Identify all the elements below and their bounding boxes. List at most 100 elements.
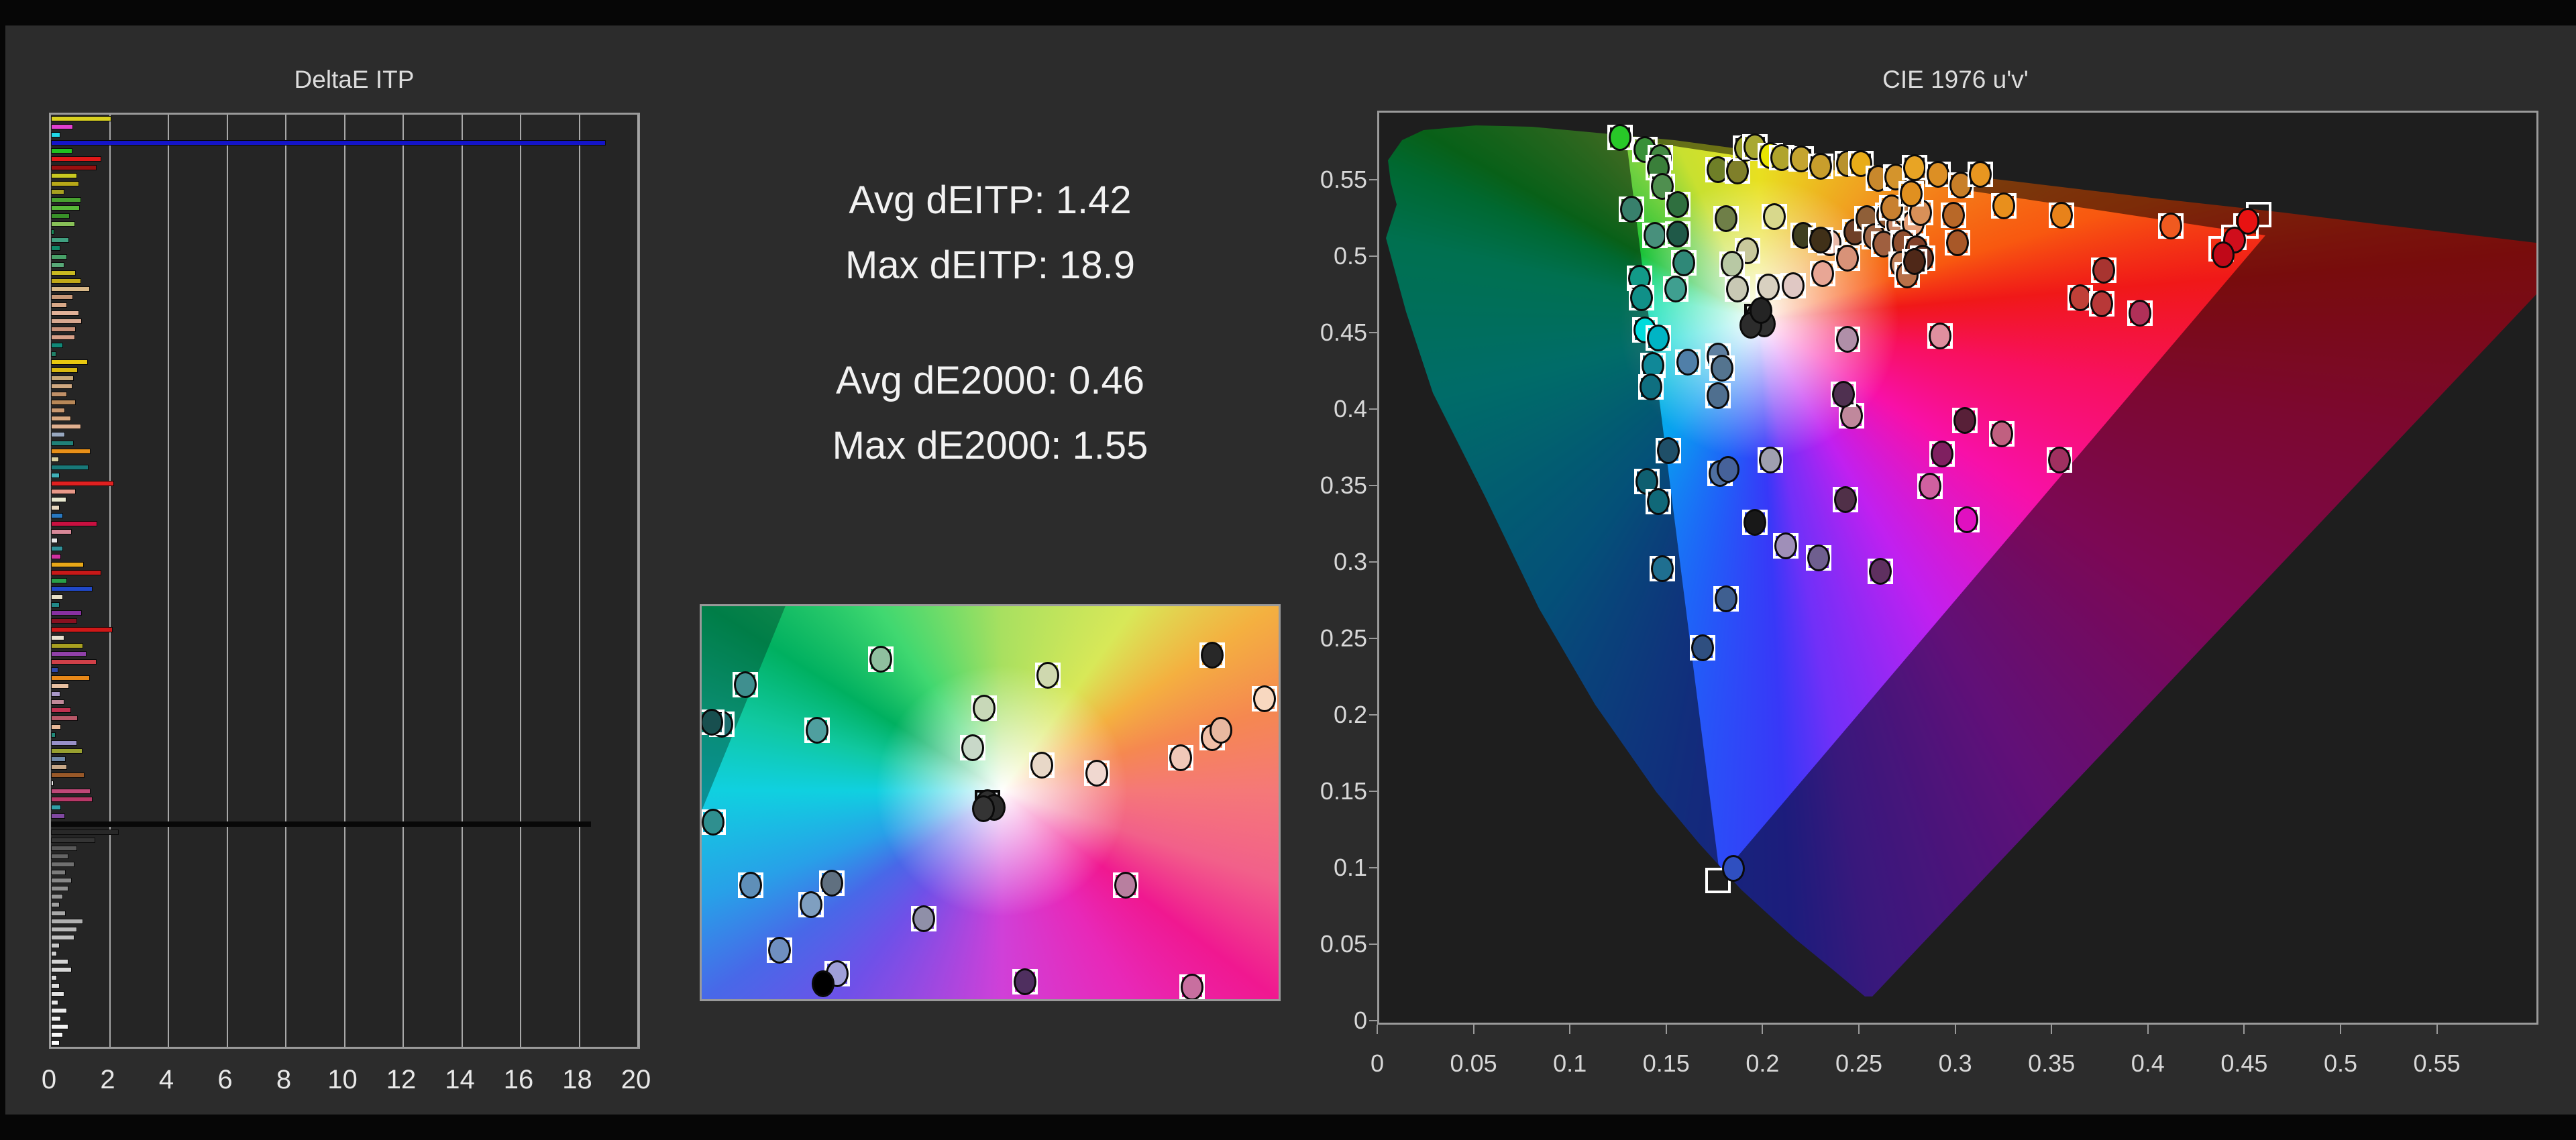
bar: [51, 732, 56, 738]
bar: [51, 797, 93, 803]
cie-measured-point: [1835, 325, 1859, 353]
gamut-measured-point: [1252, 685, 1276, 712]
bar: [51, 910, 66, 916]
bar: [51, 188, 64, 194]
cie-measured-point: [1722, 854, 1746, 882]
bar: [51, 659, 97, 665]
bar: [51, 683, 70, 689]
cie-x-tick-label: 0.45: [2220, 1049, 2268, 1077]
gamut-measured-point: [1036, 661, 1059, 689]
gamut-measured-point: [739, 872, 763, 899]
gamut-measured-point: [1169, 744, 1192, 771]
bar: [51, 545, 64, 551]
bar: [51, 124, 73, 130]
cie-measured-point: [1969, 160, 1992, 188]
cie-x-tick: [2051, 1025, 2053, 1034]
bar: [51, 634, 64, 640]
bar: [51, 148, 72, 154]
bar: [51, 942, 60, 948]
gridline: [520, 115, 521, 1047]
bar: [51, 894, 63, 900]
bar: [51, 870, 66, 876]
cie-measured-point: [1647, 324, 1670, 351]
cie-y-tick-label: 0.35: [1320, 471, 1367, 499]
bar: [51, 569, 102, 575]
bar: [51, 650, 87, 657]
bar: [51, 959, 69, 965]
bar: [51, 448, 91, 454]
bar: [51, 975, 57, 981]
cie-measured-point: [1762, 203, 1786, 231]
bar: [51, 132, 60, 138]
bar: [51, 367, 78, 373]
cie-measured-point: [1930, 440, 1953, 467]
x-tick-label: 8: [276, 1065, 292, 1094]
bar: [51, 821, 591, 827]
bar: [51, 253, 68, 260]
cie-x-tick: [1665, 1025, 1667, 1034]
cie-measured-point: [1676, 349, 1699, 376]
cie-measured-point: [1651, 555, 1674, 582]
cie-y-tick-label: 0: [1353, 1007, 1367, 1034]
gamut-measured-point: [1013, 968, 1036, 995]
bar: [51, 521, 98, 527]
cie-title: CIE 1976 u'v': [1882, 66, 2029, 93]
bar: [51, 553, 62, 559]
cie-measured-point: [1945, 229, 1969, 257]
cie-y-tick-label: 0.25: [1320, 624, 1367, 652]
x-tick-label: 6: [217, 1065, 233, 1094]
bottom-letterbox-bar: [0, 1115, 2576, 1140]
cie-measured-point: [1726, 275, 1750, 302]
max-de2000-value: Max dE2000: 1.55: [832, 424, 1148, 467]
cie-y-tick-label: 0.3: [1333, 548, 1367, 575]
bar: [51, 196, 81, 203]
bar: [51, 626, 113, 632]
x-tick-label: 0: [41, 1065, 57, 1094]
bar: [51, 691, 60, 697]
bar: [51, 642, 84, 648]
cie-x-tick-label: 0.55: [2413, 1049, 2461, 1077]
cie-measured-point: [1666, 220, 1690, 247]
bar: [51, 878, 72, 884]
left-edge-bar: [0, 0, 5, 1140]
cie-measured-point: [1807, 544, 1830, 571]
bar: [51, 180, 79, 186]
bar: [51, 440, 74, 446]
bar: [51, 707, 71, 714]
bar: [51, 845, 78, 851]
cie-x-tick: [1472, 1025, 1474, 1034]
cie-diagram-plot: [1377, 111, 2538, 1025]
bar: [51, 853, 69, 859]
cie-measured-point: [1955, 506, 1978, 533]
cie-measured-point: [1928, 323, 1951, 350]
gamut-slice-panel: [700, 604, 1281, 1001]
bar: [51, 302, 68, 308]
cie-x-tick-label: 0.35: [2028, 1049, 2076, 1077]
cie-measured-point: [1868, 558, 1892, 585]
cie-y-tick-label: 0.2: [1333, 701, 1367, 728]
cie-measured-point: [1759, 446, 1782, 473]
bar: [51, 862, 74, 868]
bar: [51, 1031, 63, 1037]
cie-x-tick-label: 0.2: [1746, 1049, 1780, 1077]
gamut-measured-point: [961, 734, 985, 761]
bar: [51, 902, 60, 908]
bar: [51, 716, 78, 722]
bar: [51, 537, 58, 543]
bar: [51, 375, 74, 381]
cie-measured-point: [1953, 406, 1977, 434]
cie-measured-point: [1992, 192, 2015, 220]
bar: [51, 164, 97, 170]
cie-measured-point: [1672, 249, 1695, 276]
cie-measured-point: [1620, 196, 1644, 223]
bar: [51, 294, 73, 300]
bar: [51, 270, 76, 276]
cie-y-tick-label: 0.45: [1320, 319, 1367, 346]
bar: [51, 618, 77, 624]
cie-y-tick: [1369, 408, 1377, 410]
bar: [51, 699, 64, 705]
bar: [51, 221, 75, 227]
gridline: [461, 115, 463, 1047]
top-letterbox-bar: [0, 0, 2576, 25]
cie-x-tick: [1377, 1025, 1378, 1034]
